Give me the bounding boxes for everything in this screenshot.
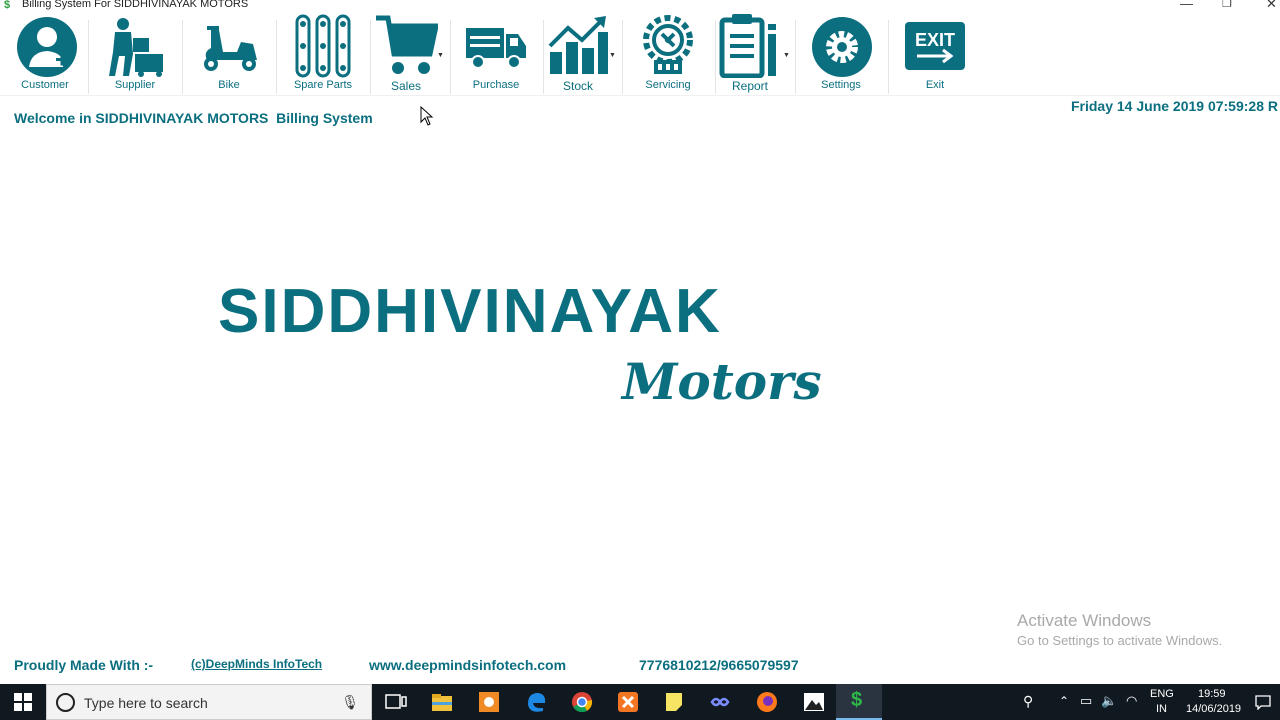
toolbar-separator (543, 20, 544, 94)
report-button[interactable]: Report (718, 12, 782, 96)
close-button[interactable]: ✕ (1266, 0, 1277, 12)
windows-taskbar: Type here to search 🎙 $ ⚲ ⌃ ▭ 🔈 ◠ ENG IN… (0, 684, 1280, 720)
supplier-icon (109, 18, 163, 77)
toolbar-separator (450, 20, 451, 94)
cortana-icon (56, 693, 75, 712)
billing-app-dollar-icon: $ (851, 689, 863, 711)
report-label: Report (731, 79, 769, 93)
stock-label: Stock (562, 79, 593, 93)
activate-windows-title: Activate Windows (1017, 611, 1152, 630)
exit-icon: EXIT (905, 22, 965, 70)
delivery-truck-icon (466, 28, 526, 69)
toolbar-separator (888, 20, 889, 94)
wifi-icon[interactable]: ◠ (1126, 693, 1137, 709)
sales-label: Sales (390, 79, 422, 93)
toolbar-separator (182, 20, 183, 94)
main-toolbar: Customer Supplier Bike Spare Parts Sales… (0, 12, 1280, 96)
settings-gear-icon (812, 17, 872, 77)
chrome-browser-icon[interactable] (570, 690, 594, 714)
language-in[interactable]: IN (1156, 703, 1167, 715)
toolbar-separator (795, 20, 796, 94)
volume-icon[interactable]: 🔈 (1101, 693, 1117, 709)
bike-label: Bike (218, 79, 240, 91)
exit-icon-text: EXIT (915, 30, 955, 50)
footer-made-with: Proudly Made With :- (14, 657, 154, 673)
stock-chart-icon (548, 16, 608, 74)
language-eng[interactable]: ENG (1150, 688, 1174, 700)
activate-windows-watermark: Activate Windows Go to Settings to activ… (1017, 611, 1222, 648)
people-icon[interactable]: ⚲ (1023, 693, 1033, 710)
photos-app-icon[interactable] (802, 690, 826, 714)
exit-button[interactable]: EXIT Exit (902, 12, 968, 96)
show-hidden-icons-chevron-icon[interactable]: ⌃ (1059, 694, 1069, 708)
footer-phone: 7776810212/9665079597 (639, 657, 799, 673)
microphone-icon[interactable]: 🎙 (341, 694, 359, 711)
shopping-cart-icon (376, 15, 438, 74)
window-title: Billing System For SIDDHIVINAYAK MOTORS (22, 0, 249, 10)
footer-company-link[interactable]: (c)DeepMinds InfoTech (191, 657, 322, 671)
edge-browser-icon[interactable] (524, 690, 548, 714)
sticky-notes-icon[interactable] (662, 690, 686, 714)
spare-parts-icon (295, 14, 351, 78)
servicing-gear-icon (643, 15, 693, 74)
task-view-icon[interactable] (384, 690, 408, 714)
clock-date[interactable]: 14/06/2019 (1186, 703, 1241, 715)
toolbar-separator (622, 20, 623, 94)
scooter-icon (204, 26, 257, 71)
customer-label: Customer (21, 79, 69, 91)
customer-icon (17, 17, 77, 77)
footer-website: www.deepmindsinfotech.com (369, 657, 567, 673)
toolbar-separator (370, 20, 371, 94)
action-center-icon[interactable] (1255, 694, 1271, 710)
firefox-browser-icon[interactable] (755, 690, 779, 714)
mouse-cursor-icon (420, 106, 434, 126)
start-button[interactable] (0, 684, 46, 720)
customer-button[interactable]: Customer (12, 12, 78, 96)
supplier-button[interactable]: Supplier (102, 12, 168, 96)
title-bar: $ Billing System For SIDDHIVINAYAK MOTOR… (0, 0, 1280, 12)
toolbar-separator (88, 20, 89, 94)
spare-parts-label: Spare Parts (293, 79, 353, 91)
sales-button[interactable]: Sales (374, 12, 438, 96)
infinity-app-icon[interactable] (708, 690, 732, 714)
supplier-label: Supplier (114, 79, 156, 91)
windows-logo-icon (14, 693, 32, 711)
maximize-button[interactable]: ❐ (1222, 0, 1232, 10)
settings-button[interactable]: Settings (808, 12, 874, 96)
welcome-message: Welcome in SIDDHIVINAYAK MOTORS Billing … (14, 110, 373, 126)
app-dollar-icon: $ (4, 0, 11, 11)
report-dropdown-arrow-icon[interactable]: ▼ (783, 52, 790, 59)
taskbar-search-box[interactable]: Type here to search 🎙 (46, 684, 372, 720)
brand-subtitle: Motors (622, 352, 822, 411)
toolbar-separator (276, 20, 277, 94)
toolbar-separator (715, 20, 716, 94)
purchase-label: Purchase (472, 79, 520, 91)
purchase-button[interactable]: Purchase (464, 12, 528, 96)
taskbar-billing-app-button[interactable]: $ (836, 684, 882, 720)
servicing-button[interactable]: Servicing (636, 12, 700, 96)
servicing-label: Servicing (645, 79, 691, 91)
bike-button[interactable]: Bike (196, 12, 262, 96)
sales-dropdown-arrow-icon[interactable]: ▼ (437, 52, 444, 59)
clock-time[interactable]: 19:59 (1198, 688, 1226, 700)
battery-icon[interactable]: ▭ (1080, 693, 1092, 709)
stock-dropdown-arrow-icon[interactable]: ▼ (609, 52, 616, 59)
brand-title: SIDDHIVINAYAK (218, 277, 722, 346)
activate-windows-subtitle: Go to Settings to activate Windows. (1017, 633, 1223, 648)
app-orange-icon[interactable] (477, 690, 501, 714)
minimize-button[interactable]: — (1180, 0, 1193, 11)
spare-parts-button[interactable]: Spare Parts (290, 12, 356, 96)
datetime-display: Friday 14 June 2019 07:59:28 R (1070, 98, 1278, 114)
report-clipboard-icon (719, 14, 776, 78)
settings-label: Settings (821, 79, 861, 91)
search-placeholder: Type here to search (84, 695, 208, 711)
stock-button[interactable]: Stock (546, 12, 610, 96)
file-explorer-icon[interactable] (430, 690, 454, 714)
xampp-icon[interactable] (616, 690, 640, 714)
exit-label: Exit (925, 79, 945, 91)
